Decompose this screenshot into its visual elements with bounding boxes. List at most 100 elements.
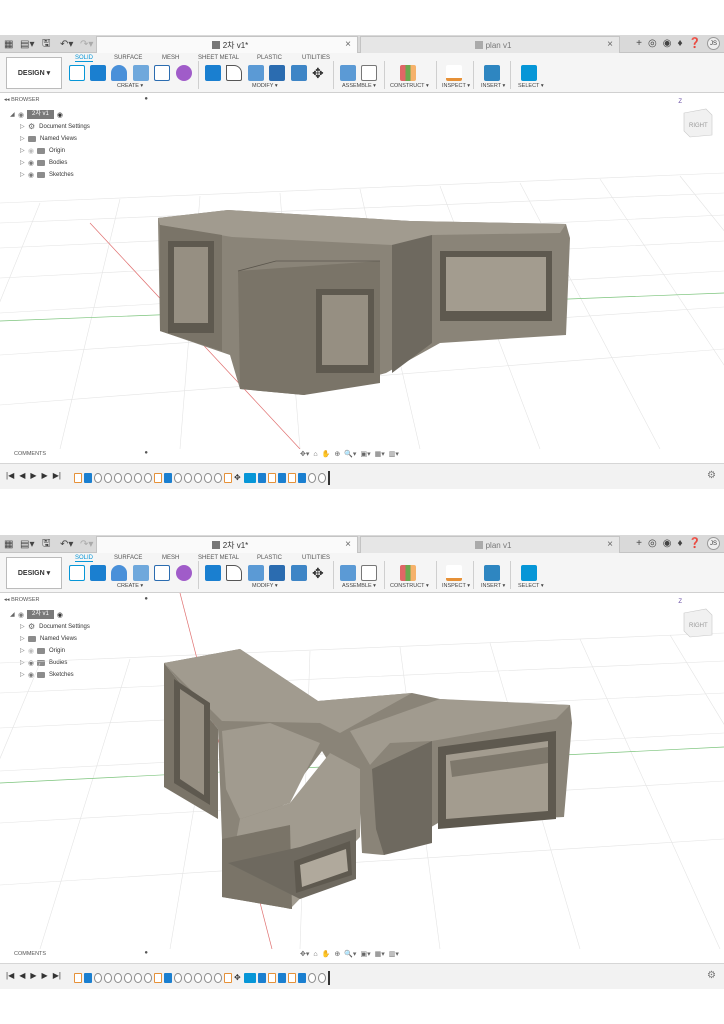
play-icon[interactable]: ▶ bbox=[30, 471, 36, 480]
fillet-feature-icon[interactable] bbox=[174, 473, 182, 483]
new-component-icon[interactable] bbox=[340, 65, 356, 81]
close-icon[interactable]: × bbox=[345, 539, 351, 550]
selected-feature-icon[interactable] bbox=[244, 473, 256, 483]
look-at-icon[interactable]: ⌂ bbox=[313, 951, 317, 958]
help-icon[interactable]: ❓ bbox=[689, 538, 701, 549]
save-icon[interactable]: 🖫 bbox=[42, 537, 51, 551]
construct-group-label[interactable]: CONSTRUCT ▾ bbox=[390, 583, 429, 589]
viewports-icon[interactable]: ▥▾ bbox=[389, 950, 399, 958]
form-icon[interactable] bbox=[176, 65, 192, 81]
comments-panel-header[interactable]: COMMENTS ● bbox=[0, 449, 152, 459]
close-icon[interactable]: × bbox=[345, 39, 351, 50]
timeline-marker[interactable] bbox=[328, 471, 330, 485]
workspace-switcher[interactable]: DESIGN ▾ bbox=[6, 557, 62, 589]
gear-icon[interactable]: ⚙ bbox=[707, 470, 716, 481]
pattern-icon[interactable] bbox=[154, 565, 170, 581]
close-icon[interactable]: × bbox=[607, 39, 613, 50]
tab-surface[interactable]: SURFACE bbox=[114, 55, 142, 61]
new-tab-icon[interactable]: + bbox=[636, 38, 642, 49]
gear-icon[interactable]: ⚙ bbox=[707, 970, 716, 981]
insert-image-icon[interactable] bbox=[484, 565, 500, 581]
sketch-feature-icon[interactable] bbox=[288, 973, 296, 983]
move-icon[interactable]: ✥ bbox=[312, 565, 324, 581]
select-group-label[interactable]: SELECT ▾ bbox=[518, 583, 544, 589]
select-group-label[interactable]: SELECT ▾ bbox=[518, 83, 544, 89]
fillet-feature-icon[interactable] bbox=[308, 973, 316, 983]
step-back-icon[interactable]: ◀ bbox=[19, 471, 25, 480]
fillet-icon[interactable] bbox=[226, 565, 242, 581]
revolve-icon[interactable] bbox=[111, 565, 127, 581]
grid-settings-icon[interactable]: ▦▾ bbox=[375, 950, 385, 958]
notifications-icon[interactable]: ♦ bbox=[677, 538, 682, 549]
tab-mesh[interactable]: MESH bbox=[162, 55, 179, 61]
create-sketch-icon[interactable] bbox=[69, 565, 85, 581]
extrude-icon[interactable] bbox=[90, 565, 106, 581]
tab-sheet-metal[interactable]: SHEET METAL bbox=[198, 555, 239, 561]
extrude-icon[interactable] bbox=[90, 65, 106, 81]
move-icon[interactable]: ✥ bbox=[312, 65, 324, 81]
fillet-feature-icon[interactable] bbox=[204, 973, 212, 983]
model-body[interactable] bbox=[164, 649, 572, 909]
insert-image-icon[interactable] bbox=[484, 65, 500, 81]
display-settings-icon[interactable]: ▣▾ bbox=[360, 450, 370, 458]
extrude-feature-icon[interactable] bbox=[164, 973, 172, 983]
fillet-feature-icon[interactable] bbox=[204, 473, 212, 483]
create-group-label[interactable]: CREATE ▾ bbox=[117, 83, 143, 89]
press-pull-icon[interactable] bbox=[205, 565, 221, 581]
workspace-switcher[interactable]: DESIGN ▾ bbox=[6, 57, 62, 89]
measure-icon[interactable] bbox=[446, 65, 462, 81]
sketch-feature-icon[interactable] bbox=[268, 973, 276, 983]
fillet-feature-icon[interactable] bbox=[194, 973, 202, 983]
fillet-feature-icon[interactable] bbox=[104, 473, 112, 483]
step-back-icon[interactable]: ◀ bbox=[19, 971, 25, 980]
extrude-feature-icon[interactable] bbox=[298, 473, 306, 483]
pin-icon[interactable]: ● bbox=[144, 950, 148, 956]
extrude-feature-icon[interactable] bbox=[164, 473, 172, 483]
orbit-icon[interactable]: ✥▾ bbox=[300, 450, 309, 458]
fillet-feature-icon[interactable] bbox=[134, 473, 142, 483]
extrude-feature-icon[interactable] bbox=[298, 973, 306, 983]
go-to-end-icon[interactable]: ▶| bbox=[53, 471, 61, 480]
fillet-feature-icon[interactable] bbox=[308, 473, 316, 483]
offset-plane-icon[interactable] bbox=[400, 65, 416, 81]
insert-group-label[interactable]: INSERT ▾ bbox=[481, 83, 505, 89]
revolve-icon[interactable] bbox=[111, 65, 127, 81]
3d-viewport[interactable] bbox=[0, 93, 724, 449]
new-tab-icon[interactable]: + bbox=[636, 538, 642, 549]
selected-feature-icon[interactable] bbox=[244, 973, 256, 983]
extensions-icon[interactable]: ◎ bbox=[648, 38, 657, 49]
redo-icon[interactable]: ↷▾ bbox=[80, 37, 93, 51]
sketch-feature-icon[interactable] bbox=[224, 473, 232, 483]
construct-group-label[interactable]: CONSTRUCT ▾ bbox=[390, 83, 429, 89]
pattern-icon[interactable] bbox=[154, 65, 170, 81]
app-grid-icon[interactable]: ▦ bbox=[4, 37, 13, 51]
step-forward-icon[interactable]: ▶ bbox=[42, 471, 48, 480]
document-tab-inactive[interactable]: plan v1 × bbox=[360, 536, 620, 553]
go-to-end-icon[interactable]: ▶| bbox=[53, 971, 61, 980]
create-sketch-icon[interactable] bbox=[69, 65, 85, 81]
viewports-icon[interactable]: ▥▾ bbox=[389, 450, 399, 458]
fit-icon[interactable]: 🔍▾ bbox=[344, 450, 356, 458]
sketch-feature-icon[interactable] bbox=[154, 973, 162, 983]
document-tab-active[interactable]: 2차 v1* × bbox=[96, 36, 358, 53]
extensions-icon[interactable]: ◎ bbox=[648, 538, 657, 549]
create-group-label[interactable]: CREATE ▾ bbox=[117, 583, 143, 589]
fillet-feature-icon[interactable] bbox=[194, 473, 202, 483]
fillet-feature-icon[interactable] bbox=[104, 973, 112, 983]
fillet-feature-icon[interactable] bbox=[114, 473, 122, 483]
press-pull-icon[interactable] bbox=[205, 65, 221, 81]
offset-plane-icon[interactable] bbox=[400, 565, 416, 581]
go-to-start-icon[interactable]: |◀ bbox=[6, 471, 14, 480]
combine-icon[interactable] bbox=[291, 565, 307, 581]
modify-group-label[interactable]: MODIFY ▾ bbox=[252, 83, 278, 89]
assemble-group-label[interactable]: ASSEMBLE ▾ bbox=[342, 583, 376, 589]
help-icon[interactable]: ❓ bbox=[689, 38, 701, 49]
go-to-start-icon[interactable]: |◀ bbox=[6, 971, 14, 980]
extrude-feature-icon[interactable] bbox=[84, 473, 92, 483]
display-settings-icon[interactable]: ▣▾ bbox=[360, 950, 370, 958]
new-component-icon[interactable] bbox=[340, 565, 356, 581]
look-at-icon[interactable]: ⌂ bbox=[313, 451, 317, 458]
3d-viewport[interactable] bbox=[0, 593, 724, 949]
chamfer-icon[interactable] bbox=[248, 65, 264, 81]
form-icon[interactable] bbox=[176, 565, 192, 581]
